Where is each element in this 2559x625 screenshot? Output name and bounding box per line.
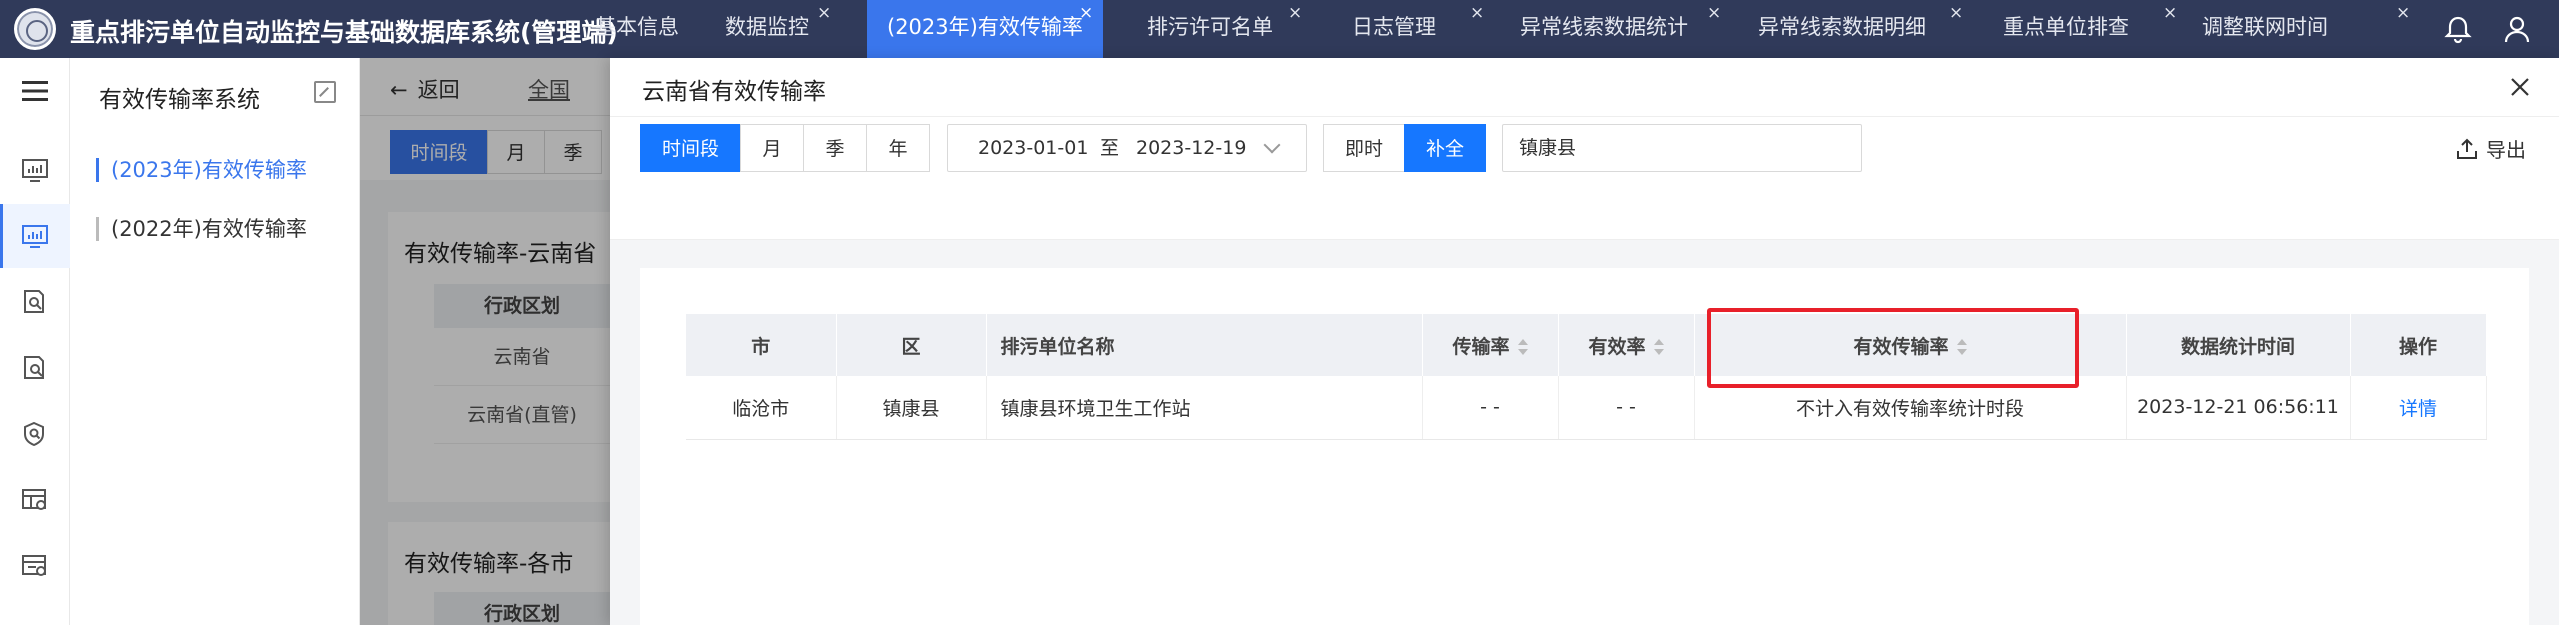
menu-toggle-icon[interactable] bbox=[22, 80, 48, 102]
table-row: 临沧市 镇康县 镇康县环境卫生工作站 - - - - 不计入有效传输率统计时段 … bbox=[686, 376, 2487, 440]
top-bar: 重点排污单位自动监控与基础数据库系统(管理端) 基本信息 数据监控 × (2023… bbox=[0, 0, 2559, 58]
cell-action: 详情 bbox=[2350, 376, 2487, 440]
report-icon bbox=[22, 555, 46, 576]
tab-data-monitor[interactable]: 数据监控 × bbox=[705, 0, 840, 58]
modal-mask[interactable] bbox=[360, 58, 610, 625]
effective-rate-table: 市 区 排污单位名称 传输率 有效率 有效传输率 数据统计时间 操作 临沧市 镇… bbox=[686, 314, 2487, 440]
close-icon[interactable]: × bbox=[2163, 0, 2177, 40]
cell-district: 镇康县 bbox=[836, 376, 987, 440]
close-icon[interactable] bbox=[2505, 72, 2535, 102]
tab-label: 异常线索数据明细 bbox=[1758, 15, 1926, 39]
doc-search-icon bbox=[24, 290, 44, 313]
close-icon[interactable]: × bbox=[1288, 0, 1302, 40]
bell-icon[interactable] bbox=[2443, 14, 2473, 44]
col-valid-rate[interactable]: 有效率 bbox=[1558, 314, 1695, 376]
menu-item-2022[interactable]: (2022年)有效传输率 bbox=[96, 217, 307, 241]
rail-item-report[interactable] bbox=[0, 534, 70, 598]
col-action: 操作 bbox=[2350, 314, 2487, 376]
tab-label: 排污许可名单 bbox=[1147, 15, 1273, 39]
tab-label: 日志管理 bbox=[1352, 15, 1436, 39]
close-icon[interactable]: × bbox=[1470, 0, 1484, 40]
close-icon[interactable]: × bbox=[1079, 0, 1093, 40]
file-search-icon bbox=[24, 356, 44, 379]
close-icon[interactable]: × bbox=[1949, 0, 1963, 40]
detail-link[interactable]: 详情 bbox=[2399, 398, 2437, 420]
date-range-picker[interactable]: 2023-01-01 至 2023-12-19 bbox=[947, 124, 1307, 172]
period-timeslot-button[interactable]: 时间段 bbox=[640, 124, 741, 172]
col-effective-rate[interactable]: 有效传输率 bbox=[1694, 314, 2127, 376]
cell-effective-rate: 不计入有效传输率统计时段 bbox=[1694, 376, 2127, 440]
collapse-icon[interactable] bbox=[314, 81, 336, 103]
close-icon[interactable]: × bbox=[1707, 0, 1721, 40]
bar-chart-icon bbox=[22, 225, 48, 248]
close-icon[interactable]: × bbox=[2396, 0, 2410, 40]
period-month-button[interactable]: 月 bbox=[740, 124, 804, 172]
col-label: 有效传输率 bbox=[1853, 335, 1949, 358]
mode-complete-button[interactable]: 补全 bbox=[1404, 124, 1486, 172]
col-unit-name: 排污单位名称 bbox=[986, 314, 1423, 376]
cell-unit-name: 镇康县环境卫生工作站 bbox=[986, 376, 1423, 440]
rail-item-file-search[interactable] bbox=[0, 336, 70, 400]
monitor-chart-icon bbox=[22, 159, 48, 182]
sort-icon[interactable] bbox=[1517, 339, 1528, 355]
tab-label: 基本信息 bbox=[595, 15, 679, 39]
rail-item-data-table[interactable] bbox=[0, 468, 70, 532]
tab-label: 重点单位排查 bbox=[2003, 15, 2129, 39]
tab-effective-rate-2023[interactable]: (2023年)有效传输率 × bbox=[867, 0, 1103, 58]
export-icon bbox=[2457, 138, 2477, 159]
cell-transfer-rate: - - bbox=[1422, 376, 1559, 440]
col-transfer-rate[interactable]: 传输率 bbox=[1422, 314, 1559, 376]
tab-permit-list[interactable]: 排污许可名单 × bbox=[1113, 0, 1313, 58]
sort-icon[interactable] bbox=[1956, 339, 1967, 355]
region-select[interactable]: 镇康县 bbox=[1502, 124, 1862, 172]
tab-log-management[interactable]: 日志管理 × bbox=[1322, 0, 1492, 58]
col-city: 市 bbox=[686, 314, 837, 376]
tab-anomaly-detail[interactable]: 异常线索数据明细 × bbox=[1742, 0, 1975, 58]
col-district: 区 bbox=[836, 314, 987, 376]
cell-city: 临沧市 bbox=[686, 376, 837, 440]
rail-item-monitor[interactable] bbox=[0, 138, 70, 202]
period-year-button[interactable]: 年 bbox=[866, 124, 930, 172]
tab-label: 调整联网时间 bbox=[2202, 15, 2328, 39]
rail-item-doc-search[interactable] bbox=[0, 270, 70, 334]
col-stat-time: 数据统计时间 bbox=[2126, 314, 2351, 376]
shield-search-icon bbox=[24, 422, 44, 446]
tab-adjust-network-time[interactable]: 调整联网时间 × bbox=[2194, 0, 2424, 58]
tab-anomaly-stats[interactable]: 异常线索数据统计 × bbox=[1502, 0, 1732, 58]
table-header-row: 市 区 排污单位名称 传输率 有效率 有效传输率 数据统计时间 操作 bbox=[686, 314, 2487, 376]
app-title: 重点排污单位自动监控与基础数据库系统(管理端) bbox=[70, 18, 618, 47]
tab-label: 数据监控 bbox=[725, 15, 809, 39]
tab-label: 异常线索数据统计 bbox=[1520, 15, 1688, 39]
export-label: 导出 bbox=[2486, 138, 2526, 162]
tab-key-unit-check[interactable]: 重点单位排查 × bbox=[1985, 0, 2185, 58]
data-table-icon bbox=[22, 489, 46, 510]
menu-item-2023[interactable]: (2023年)有效传输率 bbox=[96, 158, 307, 182]
period-quarter-button[interactable]: 季 bbox=[803, 124, 867, 172]
tab-basic-info[interactable]: 基本信息 bbox=[595, 0, 685, 58]
close-icon[interactable]: × bbox=[817, 0, 831, 40]
tab-label: (2023年)有效传输率 bbox=[887, 15, 1083, 39]
export-button[interactable]: 导出 bbox=[2456, 134, 2526, 163]
col-label: 传输率 bbox=[1452, 335, 1510, 358]
drawer-title: 云南省有效传输率 bbox=[642, 79, 826, 105]
menu-title: 有效传输率系统 bbox=[99, 87, 260, 113]
detail-drawer: 云南省有效传输率 时间段 月 季 年 2023-01-01 至 2023-12-… bbox=[610, 58, 2559, 625]
user-icon[interactable] bbox=[2502, 14, 2532, 44]
mode-realtime-button[interactable]: 即时 bbox=[1323, 124, 1405, 172]
icon-rail bbox=[0, 58, 70, 625]
sub-menu-panel: 有效传输率系统 (2023年)有效传输率 (2022年)有效传输率 bbox=[70, 58, 360, 625]
chevron-down-icon bbox=[1263, 136, 1281, 154]
cell-stat-time: 2023-12-21 06:56:11 bbox=[2126, 376, 2351, 440]
date-end[interactable]: 2023-12-19 bbox=[1136, 125, 1246, 171]
tab-strip: 基本信息 数据监控 × (2023年)有效传输率 × 排污许可名单 × 日志管理 × 异… bbox=[595, 0, 2445, 58]
rail-item-shield-search[interactable] bbox=[0, 402, 70, 466]
sort-icon[interactable] bbox=[1653, 339, 1664, 355]
date-start[interactable]: 2023-01-01 bbox=[978, 125, 1088, 171]
date-separator: 至 bbox=[1100, 137, 1120, 159]
app-logo bbox=[14, 8, 56, 50]
col-label: 有效率 bbox=[1588, 335, 1646, 358]
rail-item-effective-rate[interactable] bbox=[0, 204, 70, 268]
cell-valid-rate: - - bbox=[1558, 376, 1695, 440]
